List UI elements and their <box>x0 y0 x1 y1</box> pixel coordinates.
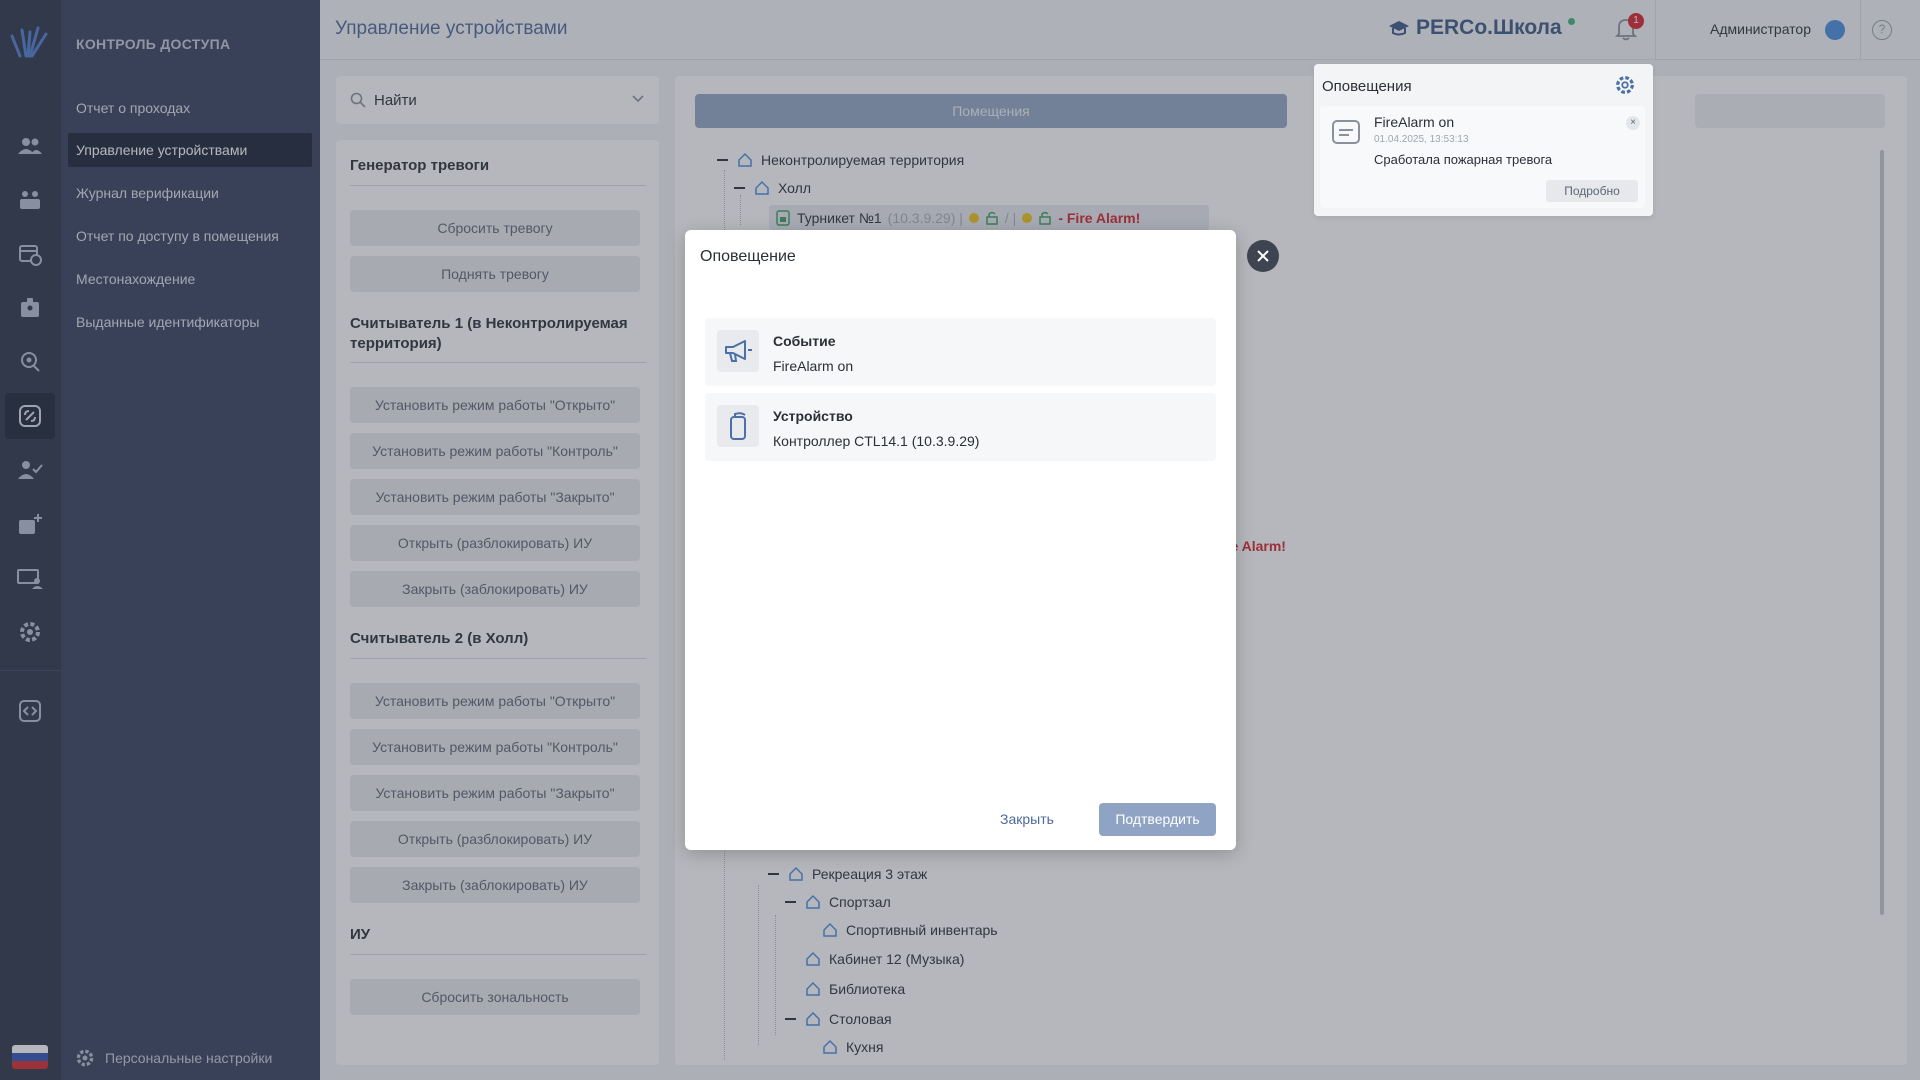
device-icon <box>717 405 759 447</box>
event-row: Событие FireAlarm on <box>705 318 1216 386</box>
close-icon[interactable] <box>1247 240 1279 272</box>
details-button[interactable]: Подробно <box>1546 180 1638 202</box>
notification-date: 01.04.2025, 13:53:13 <box>1374 134 1469 145</box>
settings-gear-icon[interactable] <box>1614 74 1636 96</box>
notifications-title: Оповещения <box>1322 78 1412 95</box>
confirm-button[interactable]: Подтвердить <box>1099 803 1216 836</box>
alert-modal: Оповещение Событие FireAlarm on Устройст… <box>685 230 1236 850</box>
device-value: Контроллер CTL14.1 (10.3.9.29) <box>773 433 980 449</box>
device-row: Устройство Контроллер CTL14.1 (10.3.9.29… <box>705 393 1216 461</box>
notifications-popup: Оповещения FireAlarm on 01.04.2025, 13:5… <box>1314 64 1653 216</box>
modal-title: Оповещение <box>700 248 796 265</box>
notification-card[interactable]: FireAlarm on 01.04.2025, 13:53:13 Сработ… <box>1320 106 1645 208</box>
close-button[interactable]: Закрыть <box>1000 811 1054 827</box>
notification-title: FireAlarm on <box>1374 114 1455 130</box>
event-label: Событие <box>773 333 836 349</box>
device-label: Устройство <box>773 408 853 424</box>
megaphone-icon <box>717 330 759 372</box>
close-icon[interactable]: × <box>1626 116 1640 130</box>
message-icon <box>1332 120 1360 144</box>
event-value: FireAlarm on <box>773 358 854 374</box>
notification-text: Сработала пожарная тревога <box>1374 152 1553 167</box>
